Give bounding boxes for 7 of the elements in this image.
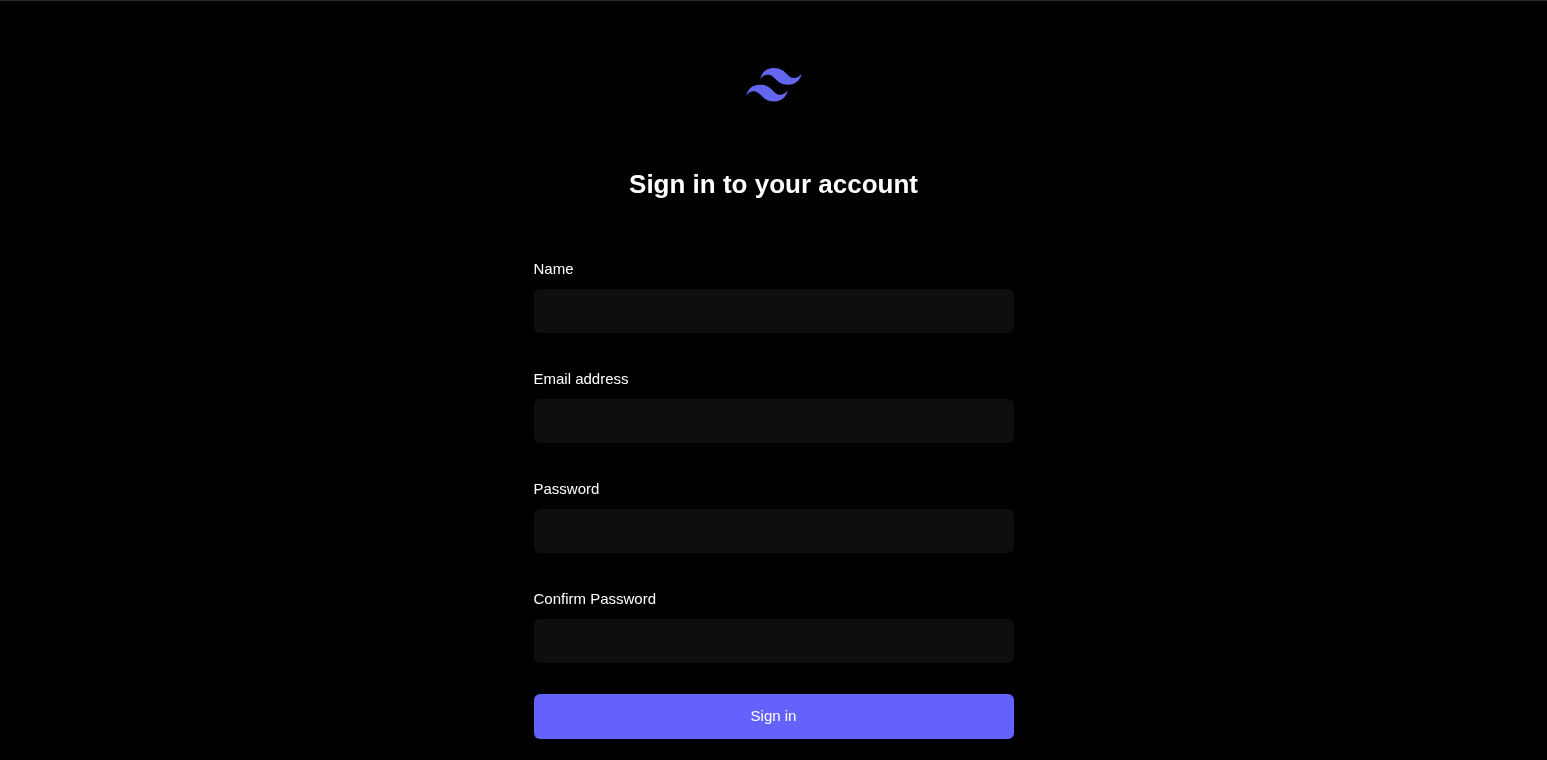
field-label: Email address xyxy=(533,369,630,389)
logo-icon xyxy=(745,68,802,102)
sign-in-button[interactable]: Sign in xyxy=(533,694,1014,739)
field-label: Name xyxy=(533,259,575,279)
page-heading: Sign in to your account xyxy=(629,168,918,200)
field-label: Password xyxy=(533,479,601,499)
field-label: Confirm Password xyxy=(533,589,658,609)
